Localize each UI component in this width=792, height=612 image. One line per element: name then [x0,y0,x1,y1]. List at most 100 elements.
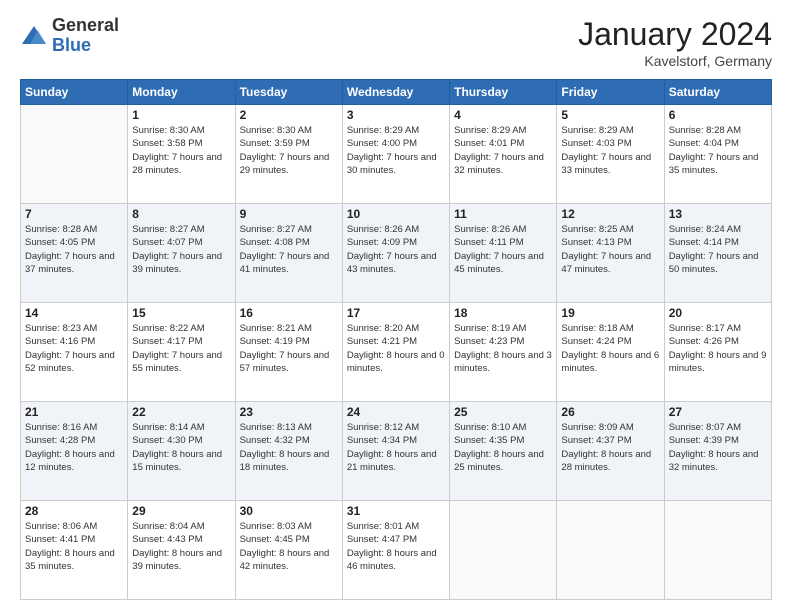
day-number: 19 [561,306,659,320]
logo: General Blue [20,16,119,56]
day-number: 17 [347,306,445,320]
calendar-cell: 25 Sunrise: 8:10 AMSunset: 4:35 PMDayligh… [450,402,557,501]
calendar-cell: 13Sunrise: 8:24 AMSunset: 4:14 PMDayligh… [664,204,771,303]
day-info: Sunrise: 8:28 AMSunset: 4:04 PMDaylight:… [669,124,767,177]
calendar-cell: 11Sunrise: 8:26 AMSunset: 4:11 PMDayligh… [450,204,557,303]
day-info: Sunrise: 8:03 AMSunset: 4:45 PMDaylight:… [240,520,338,573]
calendar-cell [557,501,664,600]
weekday-header-tuesday: Tuesday [235,80,342,105]
calendar-cell: 17 Sunrise: 8:20 AMSunset: 4:21 PMDayligh… [342,303,449,402]
calendar-cell: 29 Sunrise: 8:04 AMSunset: 4:43 PMDayligh… [128,501,235,600]
day-info: Sunrise: 8:17 AMSunset: 4:26 PMDaylight:… [669,322,767,375]
calendar-cell: 1Sunrise: 8:30 AMSunset: 3:58 PMDaylight… [128,105,235,204]
day-info: Sunrise: 8:21 AMSunset: 4:19 PMDaylight:… [240,322,338,375]
calendar-cell: 12 Sunrise: 8:25 AMSunset: 4:13 PMDayligh… [557,204,664,303]
day-info: Sunrise: 8:27 AMSunset: 4:08 PMDaylight:… [240,223,338,276]
logo-blue-text: Blue [52,35,91,55]
day-number: 7 [25,207,123,221]
calendar-cell: 19 Sunrise: 8:18 AMSunset: 4:24 PMDayligh… [557,303,664,402]
weekday-header-sunday: Sunday [21,80,128,105]
calendar-cell: 23Sunrise: 8:13 AMSunset: 4:32 PMDayligh… [235,402,342,501]
day-info: Sunrise: 8:04 AMSunset: 4:43 PMDaylight:… [132,520,230,573]
calendar-cell: 14Sunrise: 8:23 AMSunset: 4:16 PMDayligh… [21,303,128,402]
day-number: 23 [240,405,338,419]
week-row-4: 21 Sunrise: 8:16 AMSunset: 4:28 PMDayligh… [21,402,772,501]
calendar-cell: 18 Sunrise: 8:19 AMSunset: 4:23 PMDayligh… [450,303,557,402]
day-info: Sunrise: 8:28 AMSunset: 4:05 PMDaylight:… [25,223,123,276]
week-row-5: 28 Sunrise: 8:06 AMSunset: 4:41 PMDayligh… [21,501,772,600]
weekday-header-saturday: Saturday [664,80,771,105]
day-number: 27 [669,405,767,419]
day-number: 13 [669,207,767,221]
day-number: 2 [240,108,338,122]
calendar-cell: 2 Sunrise: 8:30 AMSunset: 3:59 PMDaylight… [235,105,342,204]
calendar-cell: 28 Sunrise: 8:06 AMSunset: 4:41 PMDayligh… [21,501,128,600]
day-number: 31 [347,504,445,518]
day-number: 10 [347,207,445,221]
calendar-cell: 20 Sunrise: 8:17 AMSunset: 4:26 PMDayligh… [664,303,771,402]
calendar-cell: 3Sunrise: 8:29 AMSunset: 4:00 PMDaylight… [342,105,449,204]
calendar-cell: 10 Sunrise: 8:26 AMSunset: 4:09 PMDayligh… [342,204,449,303]
weekday-header-friday: Friday [557,80,664,105]
day-number: 26 [561,405,659,419]
day-info: Sunrise: 8:27 AMSunset: 4:07 PMDaylight:… [132,223,230,276]
weekday-header-monday: Monday [128,80,235,105]
week-row-2: 7 Sunrise: 8:28 AMSunset: 4:05 PMDaylight… [21,204,772,303]
day-number: 9 [240,207,338,221]
calendar-cell: 7 Sunrise: 8:28 AMSunset: 4:05 PMDaylight… [21,204,128,303]
day-number: 18 [454,306,552,320]
calendar-cell [664,501,771,600]
calendar-cell: 31 Sunrise: 8:01 AMSunset: 4:47 PMDayligh… [342,501,449,600]
day-number: 25 [454,405,552,419]
day-info: Sunrise: 8:07 AMSunset: 4:39 PMDaylight:… [669,421,767,474]
day-number: 29 [132,504,230,518]
day-number: 3 [347,108,445,122]
calendar-cell [450,501,557,600]
calendar-cell: 24Sunrise: 8:12 AMSunset: 4:34 PMDayligh… [342,402,449,501]
page: General Blue January 2024 Kavelstorf, Ge… [0,0,792,612]
day-info: Sunrise: 8:29 AMSunset: 4:01 PMDaylight:… [454,124,552,177]
day-number: 12 [561,207,659,221]
week-row-1: 1Sunrise: 8:30 AMSunset: 3:58 PMDaylight… [21,105,772,204]
logo-icon [20,22,48,50]
calendar-cell: 5Sunrise: 8:29 AMSunset: 4:03 PMDaylight… [557,105,664,204]
day-number: 30 [240,504,338,518]
day-info: Sunrise: 8:14 AMSunset: 4:30 PMDaylight:… [132,421,230,474]
day-info: Sunrise: 8:30 AMSunset: 3:58 PMDaylight:… [132,124,230,177]
weekday-header-row: SundayMondayTuesdayWednesdayThursdayFrid… [21,80,772,105]
weekday-header-thursday: Thursday [450,80,557,105]
day-info: Sunrise: 8:29 AMSunset: 4:03 PMDaylight:… [561,124,659,177]
location: Kavelstorf, Germany [578,53,772,69]
day-info: Sunrise: 8:20 AMSunset: 4:21 PMDaylight:… [347,322,445,375]
day-info: Sunrise: 8:16 AMSunset: 4:28 PMDaylight:… [25,421,123,474]
day-number: 14 [25,306,123,320]
day-info: Sunrise: 8:01 AMSunset: 4:47 PMDaylight:… [347,520,445,573]
weekday-header-wednesday: Wednesday [342,80,449,105]
day-number: 8 [132,207,230,221]
day-info: Sunrise: 8:10 AMSunset: 4:35 PMDaylight:… [454,421,552,474]
title-block: January 2024 Kavelstorf, Germany [578,16,772,69]
calendar-cell: 8 Sunrise: 8:27 AMSunset: 4:07 PMDaylight… [128,204,235,303]
day-info: Sunrise: 8:25 AMSunset: 4:13 PMDaylight:… [561,223,659,276]
day-info: Sunrise: 8:06 AMSunset: 4:41 PMDaylight:… [25,520,123,573]
day-info: Sunrise: 8:18 AMSunset: 4:24 PMDaylight:… [561,322,659,375]
day-number: 20 [669,306,767,320]
day-info: Sunrise: 8:19 AMSunset: 4:23 PMDaylight:… [454,322,552,375]
day-info: Sunrise: 8:26 AMSunset: 4:11 PMDaylight:… [454,223,552,276]
calendar-cell: 6 Sunrise: 8:28 AMSunset: 4:04 PMDaylight… [664,105,771,204]
day-info: Sunrise: 8:09 AMSunset: 4:37 PMDaylight:… [561,421,659,474]
day-info: Sunrise: 8:12 AMSunset: 4:34 PMDaylight:… [347,421,445,474]
day-number: 22 [132,405,230,419]
calendar-cell: 16Sunrise: 8:21 AMSunset: 4:19 PMDayligh… [235,303,342,402]
day-number: 21 [25,405,123,419]
day-number: 15 [132,306,230,320]
header: General Blue January 2024 Kavelstorf, Ge… [20,16,772,69]
day-info: Sunrise: 8:26 AMSunset: 4:09 PMDaylight:… [347,223,445,276]
week-row-3: 14Sunrise: 8:23 AMSunset: 4:16 PMDayligh… [21,303,772,402]
day-number: 28 [25,504,123,518]
day-number: 4 [454,108,552,122]
calendar-cell: 15Sunrise: 8:22 AMSunset: 4:17 PMDayligh… [128,303,235,402]
day-number: 6 [669,108,767,122]
day-info: Sunrise: 8:30 AMSunset: 3:59 PMDaylight:… [240,124,338,177]
calendar-cell: 30 Sunrise: 8:03 AMSunset: 4:45 PMDayligh… [235,501,342,600]
